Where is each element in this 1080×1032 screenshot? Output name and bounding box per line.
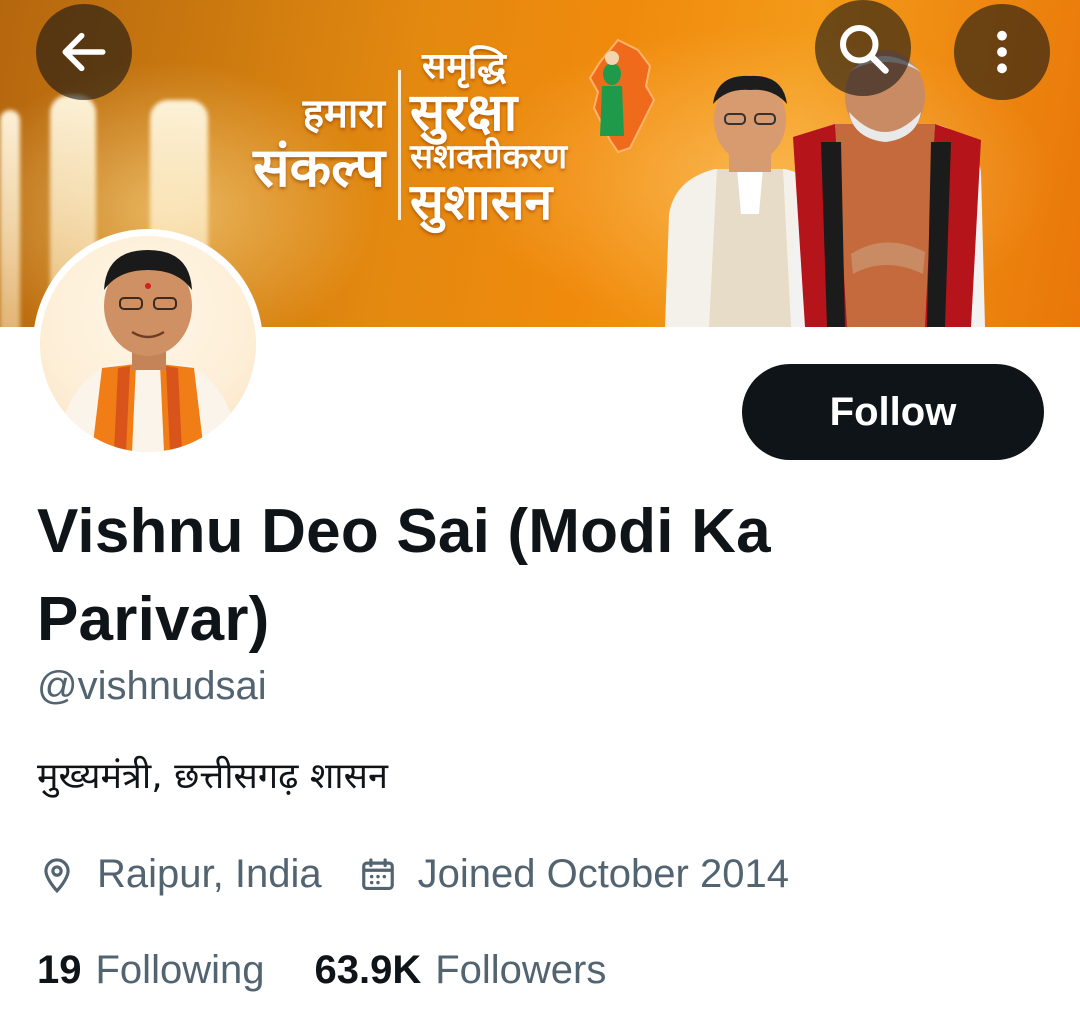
avatar-frame[interactable] [33, 229, 263, 459]
profile-meta: Raipur, India Joined October 2014 [37, 852, 825, 897]
arrow-left-icon [62, 32, 106, 72]
profile-location: Raipur, India [37, 852, 322, 897]
profile-handle: @vishnudsai [37, 664, 267, 708]
avatar[interactable] [40, 236, 256, 452]
following-count: 19 [37, 948, 82, 992]
profile-bio: मुख्यमंत्री, छत्तीसगढ़ शासन [37, 756, 388, 797]
calendar-icon [358, 855, 398, 895]
search-button[interactable] [815, 0, 911, 96]
avatar-image [58, 250, 238, 452]
joined-text: Joined October 2014 [417, 852, 789, 896]
follow-button[interactable]: Follow [742, 364, 1044, 460]
banner-text-line: सुशासन [410, 173, 553, 232]
followers-count: 63.9K [314, 948, 422, 992]
back-button[interactable] [36, 4, 132, 100]
profile-display-name: Vishnu Deo Sai (Modi Ka Parivar) [37, 497, 771, 654]
following-link[interactable]: 19 Following [37, 948, 264, 993]
banner-divider [398, 70, 401, 220]
location-pin-icon [37, 855, 77, 895]
profile-stats: 19 Following 63.9K Followers [37, 948, 656, 993]
banner-text-line: संकल्प [253, 136, 385, 199]
state-map-emblem [588, 38, 656, 154]
more-vertical-icon [997, 30, 1007, 74]
banner-text-line: हमारा [302, 91, 385, 137]
location-text: Raipur, India [97, 852, 322, 896]
banner-slogan-left: हमारा संकल्प [205, 90, 385, 198]
more-options-button[interactable] [954, 4, 1050, 100]
followers-link[interactable]: 63.9K Followers [314, 948, 606, 993]
following-label: Following [95, 948, 265, 992]
banner-waterfall [0, 110, 20, 327]
profile-joined: Joined October 2014 [358, 852, 789, 897]
search-icon [840, 25, 889, 74]
followers-label: Followers [435, 948, 607, 992]
